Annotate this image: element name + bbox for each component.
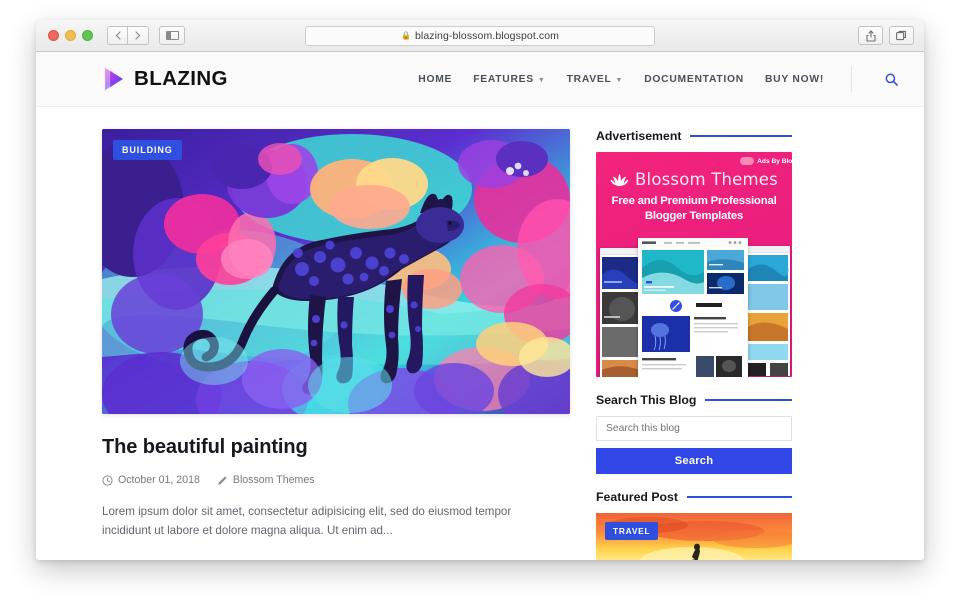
featured-category-badge[interactable]: TRAVEL <box>605 522 659 540</box>
nav-label: DOCUMENTATION <box>644 73 744 85</box>
address-bar[interactable]: 🔒 blazing-blossom.blogspot.com <box>305 25 655 46</box>
padlock-icon: 🔒 <box>400 31 411 40</box>
widget-title: Search This Blog <box>596 393 697 407</box>
share-button[interactable] <box>858 26 883 45</box>
nav-label: HOME <box>418 73 453 85</box>
sidebar: Advertisement Ads By Blos <box>596 129 792 560</box>
browser-toolbar: 🔒 blazing-blossom.blogspot.com <box>36 20 924 52</box>
widget-title: Advertisement <box>596 129 682 143</box>
post-date-text: October 01, 2018 <box>118 474 200 486</box>
nav-item-travel[interactable]: TRAVEL ▼ <box>567 74 624 85</box>
desktop-background: 🔒 blazing-blossom.blogspot.com BLAZING H… <box>0 0 960 613</box>
search-icon <box>885 73 898 86</box>
post-featured-image[interactable]: BUILDING <box>102 129 570 414</box>
search-submit-button[interactable]: Search <box>596 448 792 474</box>
ads-by-label: Ads By Blos <box>740 157 792 165</box>
post-card: BUILDING The beautiful painting October … <box>102 129 570 560</box>
nav-label: FEATURES <box>473 73 534 85</box>
pencil-icon <box>217 475 227 485</box>
post-title[interactable]: The beautiful painting <box>102 436 570 459</box>
nav-divider <box>851 66 852 92</box>
nav-item-features[interactable]: FEATURES ▼ <box>473 74 545 85</box>
back-button[interactable] <box>107 26 128 45</box>
ad-brand-row: Blossom Themes <box>596 170 792 189</box>
widget-header: Featured Post <box>596 490 792 504</box>
leopard-jungle-illustration <box>102 129 570 414</box>
mock-center-page <box>638 238 748 377</box>
mock-right-thumbs <box>748 255 789 376</box>
search-input[interactable] <box>596 416 792 441</box>
chevron-down-icon: ▼ <box>615 76 624 84</box>
post-date: October 01, 2018 <box>102 474 200 486</box>
ad-mock-center <box>638 238 748 377</box>
clock-icon <box>102 474 113 486</box>
ads-pill-icon <box>740 157 755 165</box>
widget-rule <box>705 399 792 401</box>
post-meta: October 01, 2018 Blossom Themes <box>102 474 570 486</box>
ad-mockups <box>596 238 792 377</box>
sidebar-toggle-button[interactable] <box>159 26 185 45</box>
widget-header: Search This Blog <box>596 393 792 407</box>
ad-tagline-line2: Blogger Templates <box>644 210 744 223</box>
main-navigation: HOME FEATURES ▼ TRAVEL ▼ DOCUMENTATION B <box>418 66 898 92</box>
ad-tagline-line1: Free and Premium Professional <box>611 195 777 207</box>
forward-button[interactable] <box>128 26 149 45</box>
window-controls <box>48 30 93 41</box>
chevron-down-icon: ▼ <box>537 76 546 84</box>
page-viewport: BLAZING HOME FEATURES ▼ TRAVEL ▼ DOCUMEN… <box>36 52 924 560</box>
ad-mock-right <box>746 246 790 376</box>
widget-rule <box>687 496 792 498</box>
ad-tagline: Free and Premium Professional Blogger Te… <box>596 194 792 225</box>
header-search-button[interactable] <box>885 73 898 86</box>
lotus-icon <box>610 173 629 187</box>
site-logo[interactable]: BLAZING <box>102 66 228 92</box>
minimize-window-button[interactable] <box>65 30 76 41</box>
toolbar-actions <box>858 26 916 45</box>
widget-title: Featured Post <box>596 490 678 504</box>
sidebar-icon <box>165 31 179 40</box>
widget-header: Advertisement <box>596 129 792 143</box>
nav-label: TRAVEL <box>566 73 612 85</box>
post-excerpt: Lorem ipsum dolor sit amet, consectetur … <box>102 505 512 537</box>
site-header: BLAZING HOME FEATURES ▼ TRAVEL ▼ DOCUMEN… <box>36 52 924 107</box>
close-window-button[interactable] <box>48 30 59 41</box>
widget-advertisement: Advertisement Ads By Blos <box>596 129 792 377</box>
post-category-badge[interactable]: BUILDING <box>113 140 182 160</box>
ads-by-text: Ads By Blos <box>757 157 792 165</box>
nav-item-documentation[interactable]: DOCUMENTATION <box>644 74 744 85</box>
browser-window: 🔒 blazing-blossom.blogspot.com BLAZING H… <box>36 20 924 560</box>
nav-item-home[interactable]: HOME <box>418 74 452 85</box>
brand-name: BLAZING <box>134 67 228 90</box>
url-text: blazing-blossom.blogspot.com <box>414 29 559 42</box>
tabs-overview-button[interactable] <box>889 26 914 45</box>
widget-search: Search This Blog Search <box>596 393 792 474</box>
widget-rule <box>690 135 792 137</box>
ad-brand-name: Blossom Themes <box>635 170 778 189</box>
navigation-buttons <box>107 26 149 45</box>
advertisement-banner[interactable]: Ads By Blos Blossom Themes <box>596 152 792 377</box>
widget-featured-post: Featured Post TRAVEL <box>596 490 792 560</box>
post-author-text: Blossom Themes <box>232 474 315 486</box>
mock-toolbar <box>746 246 790 253</box>
zoom-window-button[interactable] <box>82 30 93 41</box>
nav-label: BUY NOW! <box>764 73 824 85</box>
featured-post-image[interactable]: TRAVEL <box>596 513 792 560</box>
blazing-logo-icon <box>102 66 125 92</box>
post-author: Blossom Themes <box>217 474 315 486</box>
main-column: BUILDING The beautiful painting October … <box>102 129 570 560</box>
nav-item-buy-now[interactable]: BUY NOW! <box>765 74 824 85</box>
page-content: BUILDING The beautiful painting October … <box>36 107 924 560</box>
